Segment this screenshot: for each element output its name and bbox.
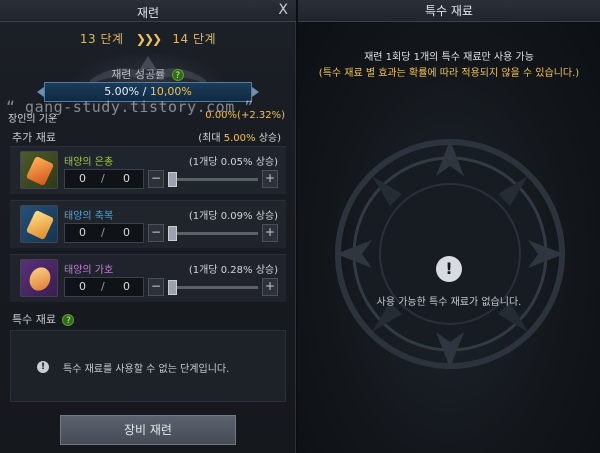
decrease-button[interactable]: − [148,170,164,188]
special-effect-note: (특수 재료 별 효과는 확률에 따라 적용되지 않을 수 있습니다.) [318,68,580,79]
increase-button[interactable]: + [262,278,278,296]
special-materials-title: 특수 재료 [298,0,600,22]
material-row-blessing: 태양의 축복 (1개당 0.09% 상승) 0 / 0 − + [10,200,286,248]
success-rate-label-text: 재련 성공률 [111,68,166,81]
slider-track[interactable] [168,286,258,289]
help-icon[interactable]: ? [62,314,75,326]
honing-title-bar: 재련 X [0,0,296,22]
no-special-materials-message: 사용 가능한 특수 재료가 없습니다. [376,297,522,308]
emblem-seal-icon [335,139,565,369]
artisan-energy-value: 0.00%(+2.32%) [205,110,285,121]
material-name: 태양의 축복 [64,211,114,222]
quantity-slider[interactable]: − + [148,277,278,297]
stage-from: 13 단계 [79,32,124,46]
special-materials-box: ! 특수 재료를 사용할 수 없는 단계입니다. [10,330,286,402]
max-increase-note: (최대 5.00% 상승) [198,129,281,144]
special-materials-label: 특수 재료 [12,313,56,326]
quantity-separator: / [101,172,105,185]
quantity-separator: / [101,226,105,239]
material-row-grace: 태양의 은총 (1개당 0.05% 상승) 0 / 0 − + [10,146,286,194]
help-icon[interactable]: ? [171,69,184,81]
increase-button[interactable]: + [262,224,278,242]
special-usage-info: 재련 1회당 1개의 특수 재료만 사용 가능 [364,52,534,63]
decrease-button[interactable]: − [148,224,164,242]
slider-handle[interactable] [168,172,177,187]
material-quantity: 0 [79,172,86,185]
material-name: 태양의 가호 [64,265,114,276]
alert-icon: ! [436,256,462,282]
artisan-energy-row: 장인의 기운 0.00%(+2.32%) [8,110,285,125]
purple-crystal-icon[interactable] [20,259,58,297]
alert-icon: ! [37,361,49,373]
additional-materials-heading: 추가 재료 [12,131,56,144]
material-rate: (1개당 0.28% 상승) [188,265,278,276]
max-increase-value: 5.00% [223,133,256,144]
material-name: 태양의 은총 [64,157,114,168]
slider-handle[interactable] [168,280,177,295]
material-quantity-field[interactable]: 0 / 0 [64,223,144,243]
material-quantity: 0 [79,226,86,239]
material-owned: 0 [123,172,130,185]
stage-arrows-icon: ❯❯❯ [135,31,162,46]
special-materials-panel: 특수 재료 재련 1회당 1개의 특수 재료만 사용 가능 (특수 재료 별 효… [298,0,600,453]
material-owned: 0 [123,280,130,293]
material-quantity-field[interactable]: 0 / 0 [64,277,144,297]
honing-title: 재련 [136,6,160,20]
quantity-slider[interactable]: − + [148,169,278,189]
special-unavailable-message: 특수 재료를 사용할 수 없는 단계입니다. [63,364,230,375]
blue-gold-crystal-icon[interactable] [20,205,58,243]
orange-crystal-icon[interactable] [20,151,58,189]
success-rate-total: 10,00% [149,85,192,98]
max-increase-prefix: (최대 [198,133,224,144]
hone-equipment-button[interactable]: 장비 재련 [60,415,236,445]
material-quantity: 0 [79,280,86,293]
slider-track[interactable] [168,232,258,235]
slider-handle[interactable] [168,226,177,241]
honing-panel: 재련 X 13 단계 ❯❯❯ 14 단계 재련 성공률 ? 5.00% / 10… [0,0,296,453]
stage-progression: 13 단계 ❯❯❯ 14 단계 [0,30,296,52]
material-quantity-field[interactable]: 0 / 0 [64,169,144,189]
special-materials-heading: 특수 재료 ? [12,311,75,327]
close-button[interactable]: X [278,2,288,18]
material-rate: (1개당 0.09% 상승) [188,211,278,222]
quantity-separator: / [101,280,105,293]
increase-button[interactable]: + [262,170,278,188]
slider-track[interactable] [168,178,258,181]
success-rate-base: 5.00% / [104,85,150,98]
quantity-slider[interactable]: − + [148,223,278,243]
material-rate: (1개당 0.05% 상승) [188,157,278,168]
artisan-energy-label: 장인의 기운 [8,114,58,125]
material-row-protection: 태양의 가호 (1개당 0.28% 상승) 0 / 0 − + [10,254,286,302]
material-owned: 0 [123,226,130,239]
success-rate-label: 재련 성공률 ? [0,66,295,82]
max-increase-suffix: 상승) [255,133,281,144]
decrease-button[interactable]: − [148,278,164,296]
stage-to: 14 단계 [172,32,217,46]
